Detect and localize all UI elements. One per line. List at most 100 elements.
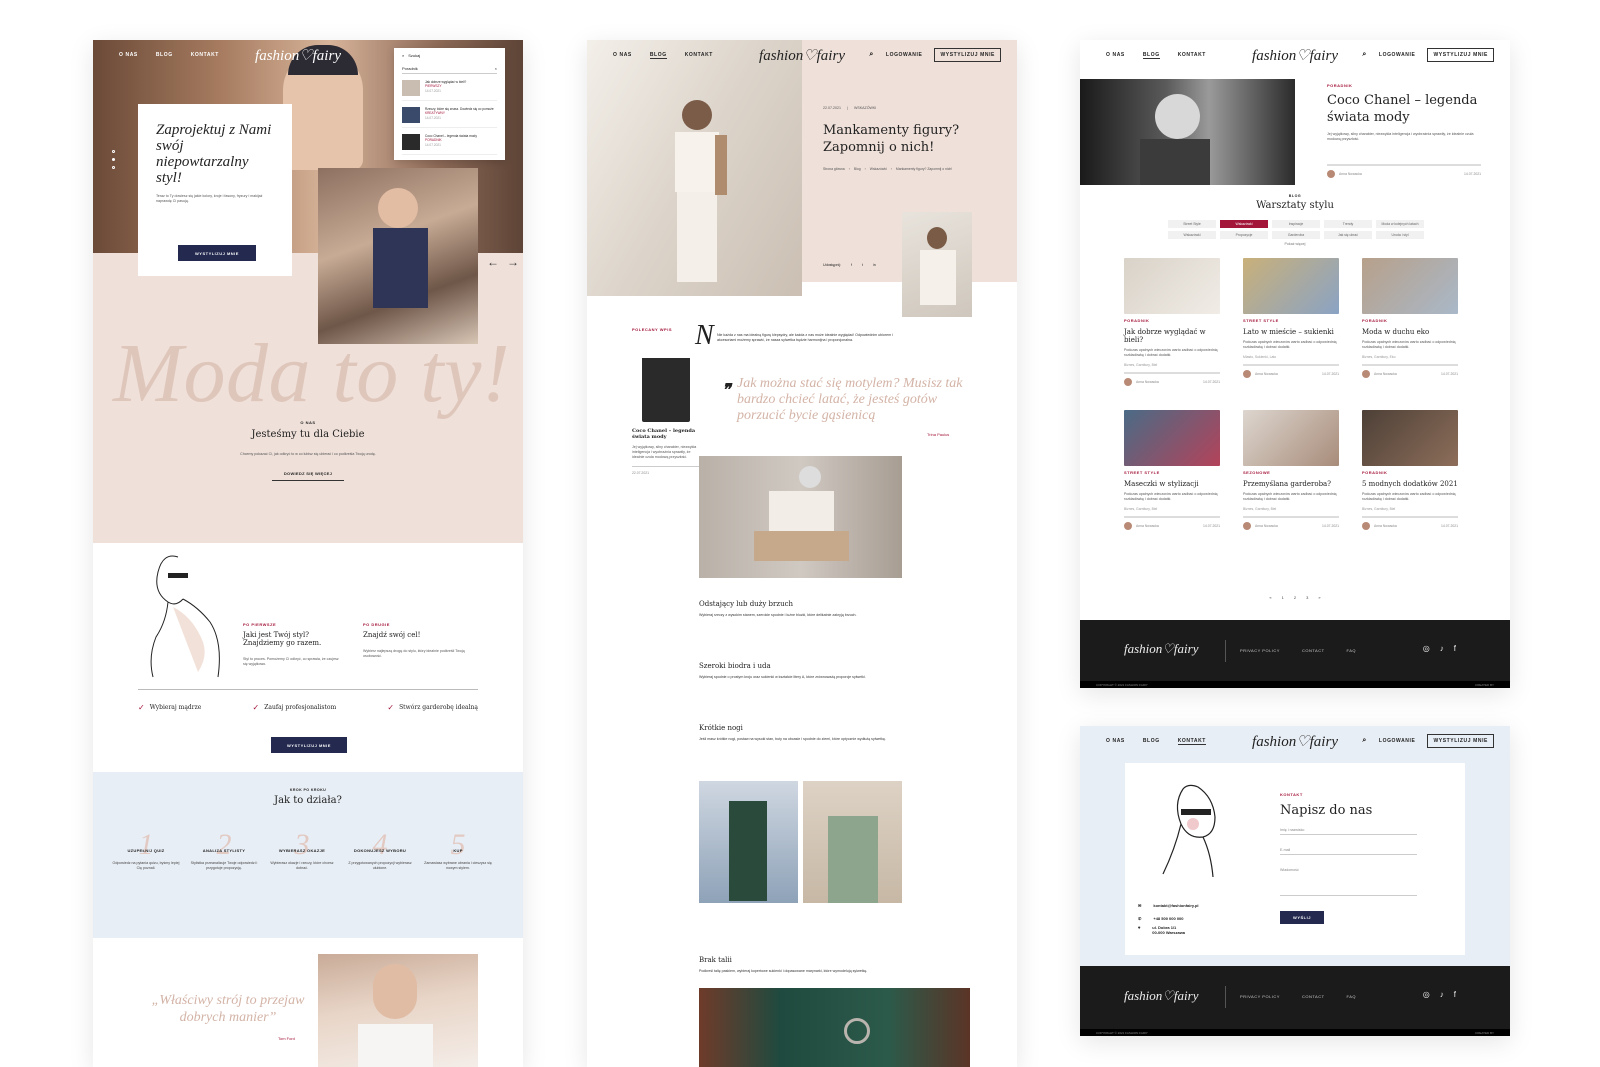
slider-next-icon[interactable]: → xyxy=(507,255,519,269)
nav-contact[interactable]: KONTAKT xyxy=(685,52,713,59)
contact-email[interactable]: kontakt@fashionfairy.pl xyxy=(1153,903,1198,908)
search-input[interactable]: Poradnik × xyxy=(402,64,497,74)
nav-blog[interactable]: BLOG xyxy=(649,52,667,59)
article-category[interactable]: WSKAZÓWKI xyxy=(854,106,876,110)
instagram-icon[interactable]: ◎ xyxy=(1423,644,1430,653)
instagram-icon[interactable]: ◎ xyxy=(1423,990,1430,999)
page-link[interactable]: « xyxy=(1269,595,1271,600)
page-link[interactable]: » xyxy=(1318,595,1320,600)
step-title: WYBIERASZ OKAZJE xyxy=(278,848,326,853)
logo[interactable]: fashion♡fairy xyxy=(1252,46,1338,65)
copyright: COPYRIGHT © 2021 FASHION FAIRY xyxy=(1096,1030,1148,1035)
nav-about[interactable]: O NAS xyxy=(613,52,632,59)
search-icon[interactable]: ⌕ xyxy=(1362,51,1367,59)
facebook-icon[interactable]: f xyxy=(851,263,852,267)
show-more-filters[interactable]: Pokaż więcej xyxy=(1080,242,1510,246)
filter-chip[interactable]: Inspiracje xyxy=(1272,220,1320,228)
logo[interactable]: fashion♡fairy xyxy=(255,46,341,65)
cta-button[interactable]: WYSTYLIZUJ MNIE xyxy=(1427,734,1494,748)
logo[interactable]: fashion♡fairy xyxy=(759,46,845,65)
footer-link[interactable]: FAQ xyxy=(1347,648,1357,653)
filter-chip[interactable]: Wskazówki xyxy=(1220,220,1268,228)
blog-card[interactable]: PORADNIK 5 modnych dodatków 2021 Podczas u… xyxy=(1362,410,1458,530)
tiktok-icon[interactable]: ♪ xyxy=(1440,644,1444,653)
footer-logo[interactable]: fashion♡fairy xyxy=(1124,988,1199,1004)
login-link[interactable]: LOGOWANIE xyxy=(886,52,923,58)
footer-link[interactable]: CONTACT xyxy=(1302,994,1325,999)
filter-chip[interactable]: Street Style xyxy=(1168,220,1216,228)
credit[interactable]: CREATED BY xyxy=(1475,1031,1494,1035)
search-icon[interactable]: ⌕ xyxy=(1362,737,1367,745)
filter-chip[interactable]: Uroda i styl xyxy=(1376,231,1424,239)
nav-contact[interactable]: KONTAKT xyxy=(1177,738,1206,745)
nav-blog[interactable]: BLOG xyxy=(1143,738,1160,745)
send-button[interactable]: WYŚLIJ xyxy=(1280,911,1324,924)
filter-chip[interactable]: Trendy xyxy=(1324,220,1372,228)
close-icon[interactable]: × xyxy=(495,66,497,71)
facebook-icon[interactable]: f xyxy=(1454,990,1456,999)
breadcrumb-item[interactable]: Wskazówki xyxy=(870,167,887,171)
page-link[interactable]: 2 xyxy=(1294,595,1296,600)
nav-about[interactable]: O NAS xyxy=(1106,52,1125,59)
hero-cta-button[interactable]: WYSTYLIZUJ MNIE xyxy=(178,245,256,261)
footer-link[interactable]: FAQ xyxy=(1347,994,1357,999)
facebook-icon[interactable]: f xyxy=(1454,644,1456,653)
footer-link[interactable]: PRIVACY POLICY xyxy=(1240,994,1280,999)
mid-cta-button[interactable]: WYSTYLIZUJ MNIE xyxy=(271,737,347,753)
breadcrumb-item[interactable]: Blog xyxy=(854,167,861,171)
search-label: Szukaj xyxy=(408,53,421,58)
search-icon[interactable]: ⌕ xyxy=(402,53,404,58)
cta-button[interactable]: WYSTYLIZUJ MNIE xyxy=(934,48,1001,62)
about-more-button[interactable]: DOWIEDZ SIĘ WIĘCEJ xyxy=(272,471,344,481)
login-link[interactable]: LOGOWANIE xyxy=(1379,738,1416,744)
email-field[interactable]: E-mail xyxy=(1280,846,1417,855)
article-photo-4 xyxy=(699,988,970,1067)
footer-logo[interactable]: fashion♡fairy xyxy=(1124,641,1199,657)
name-field[interactable]: Imię i nazwisko xyxy=(1280,826,1417,835)
footer-link[interactable]: PRIVACY POLICY xyxy=(1240,648,1280,653)
search-result[interactable]: Rzeczy, które się znasz. Dowiedz się co … xyxy=(402,107,497,128)
card-excerpt: Podczas upalnych wieczorów warto zadbać … xyxy=(1362,340,1456,349)
nav-contact[interactable]: KONTAKT xyxy=(1178,52,1206,59)
featured-title[interactable]: Coco Chanel – legenda świata mody xyxy=(1327,92,1487,126)
filter-chip[interactable]: Wskazówki xyxy=(1168,231,1216,239)
contact-phone[interactable]: +48 500 000 000 xyxy=(1153,916,1183,921)
credit[interactable]: CREATED BY xyxy=(1475,683,1494,687)
search-result[interactable]: Coco Chanel – legenda świata mody PORADNI… xyxy=(402,134,497,155)
filter-chip[interactable]: Propozycje xyxy=(1220,231,1268,239)
card-title: Moda w duchu eko xyxy=(1362,328,1430,336)
search-icon[interactable]: ⌕ xyxy=(869,51,874,59)
nav-about[interactable]: O NAS xyxy=(119,52,138,58)
footer-link[interactable]: CONTACT xyxy=(1302,648,1325,653)
tiktok-icon[interactable]: ♪ xyxy=(1440,990,1444,999)
nav-about[interactable]: O NAS xyxy=(1106,738,1125,745)
nav-contact[interactable]: KONTAKT xyxy=(191,52,219,58)
blog-card[interactable]: STREET STYLE Maseczki w stylizacji Podczas… xyxy=(1124,410,1220,530)
nav-blog[interactable]: BLOG xyxy=(156,52,173,58)
blog-card[interactable]: PORADNIK Jak dobrze wyglądać w bieli? Podc… xyxy=(1124,258,1220,386)
filter-chip[interactable]: Garderoba xyxy=(1272,231,1320,239)
twitter-icon[interactable]: t xyxy=(862,263,863,267)
filter-chip[interactable]: Moda w kolejnych latach xyxy=(1376,220,1424,228)
slider-dots[interactable] xyxy=(112,150,115,169)
blog-card[interactable]: STREET STYLE Lato w mieście – sukienki Pod… xyxy=(1243,258,1339,378)
page-link[interactable]: 3 xyxy=(1306,595,1308,600)
message-field[interactable]: Wiadomość xyxy=(1280,866,1417,896)
col1-kicker: PO PIERWSZE xyxy=(243,622,277,627)
linkedin-icon[interactable]: in xyxy=(873,263,876,267)
nav-blog[interactable]: BLOG xyxy=(1142,52,1160,59)
card-tags: Biznes, Garnitury, Biel xyxy=(1124,507,1158,511)
blog-card[interactable]: SEZONOWE Przemyślana garderoba? Podczas up… xyxy=(1243,410,1339,530)
login-link[interactable]: LOGOWANIE xyxy=(1379,52,1416,58)
search-result[interactable]: Jak dobrze wyglądać w bieli? PIERWSZY 14.0… xyxy=(402,80,497,101)
sidebar-title[interactable]: Coco Chanel – legenda świata mody xyxy=(632,428,700,440)
logo[interactable]: fashion♡fairy xyxy=(1252,732,1338,751)
slider-prev-icon[interactable]: ← xyxy=(487,255,499,269)
cta-button[interactable]: WYSTYLIZUJ MNIE xyxy=(1427,48,1494,62)
page-link[interactable]: 1 xyxy=(1282,595,1284,600)
filter-chip[interactable]: Jak się ubrać xyxy=(1324,231,1372,239)
card-title: Maseczki w stylizacji xyxy=(1124,480,1199,488)
breadcrumb-item[interactable]: Strona główna xyxy=(823,167,845,171)
result-date: 14.07.2021 xyxy=(425,142,441,147)
blog-card[interactable]: PORADNIK Moda w duchu eko Podczas upalnych… xyxy=(1362,258,1458,378)
